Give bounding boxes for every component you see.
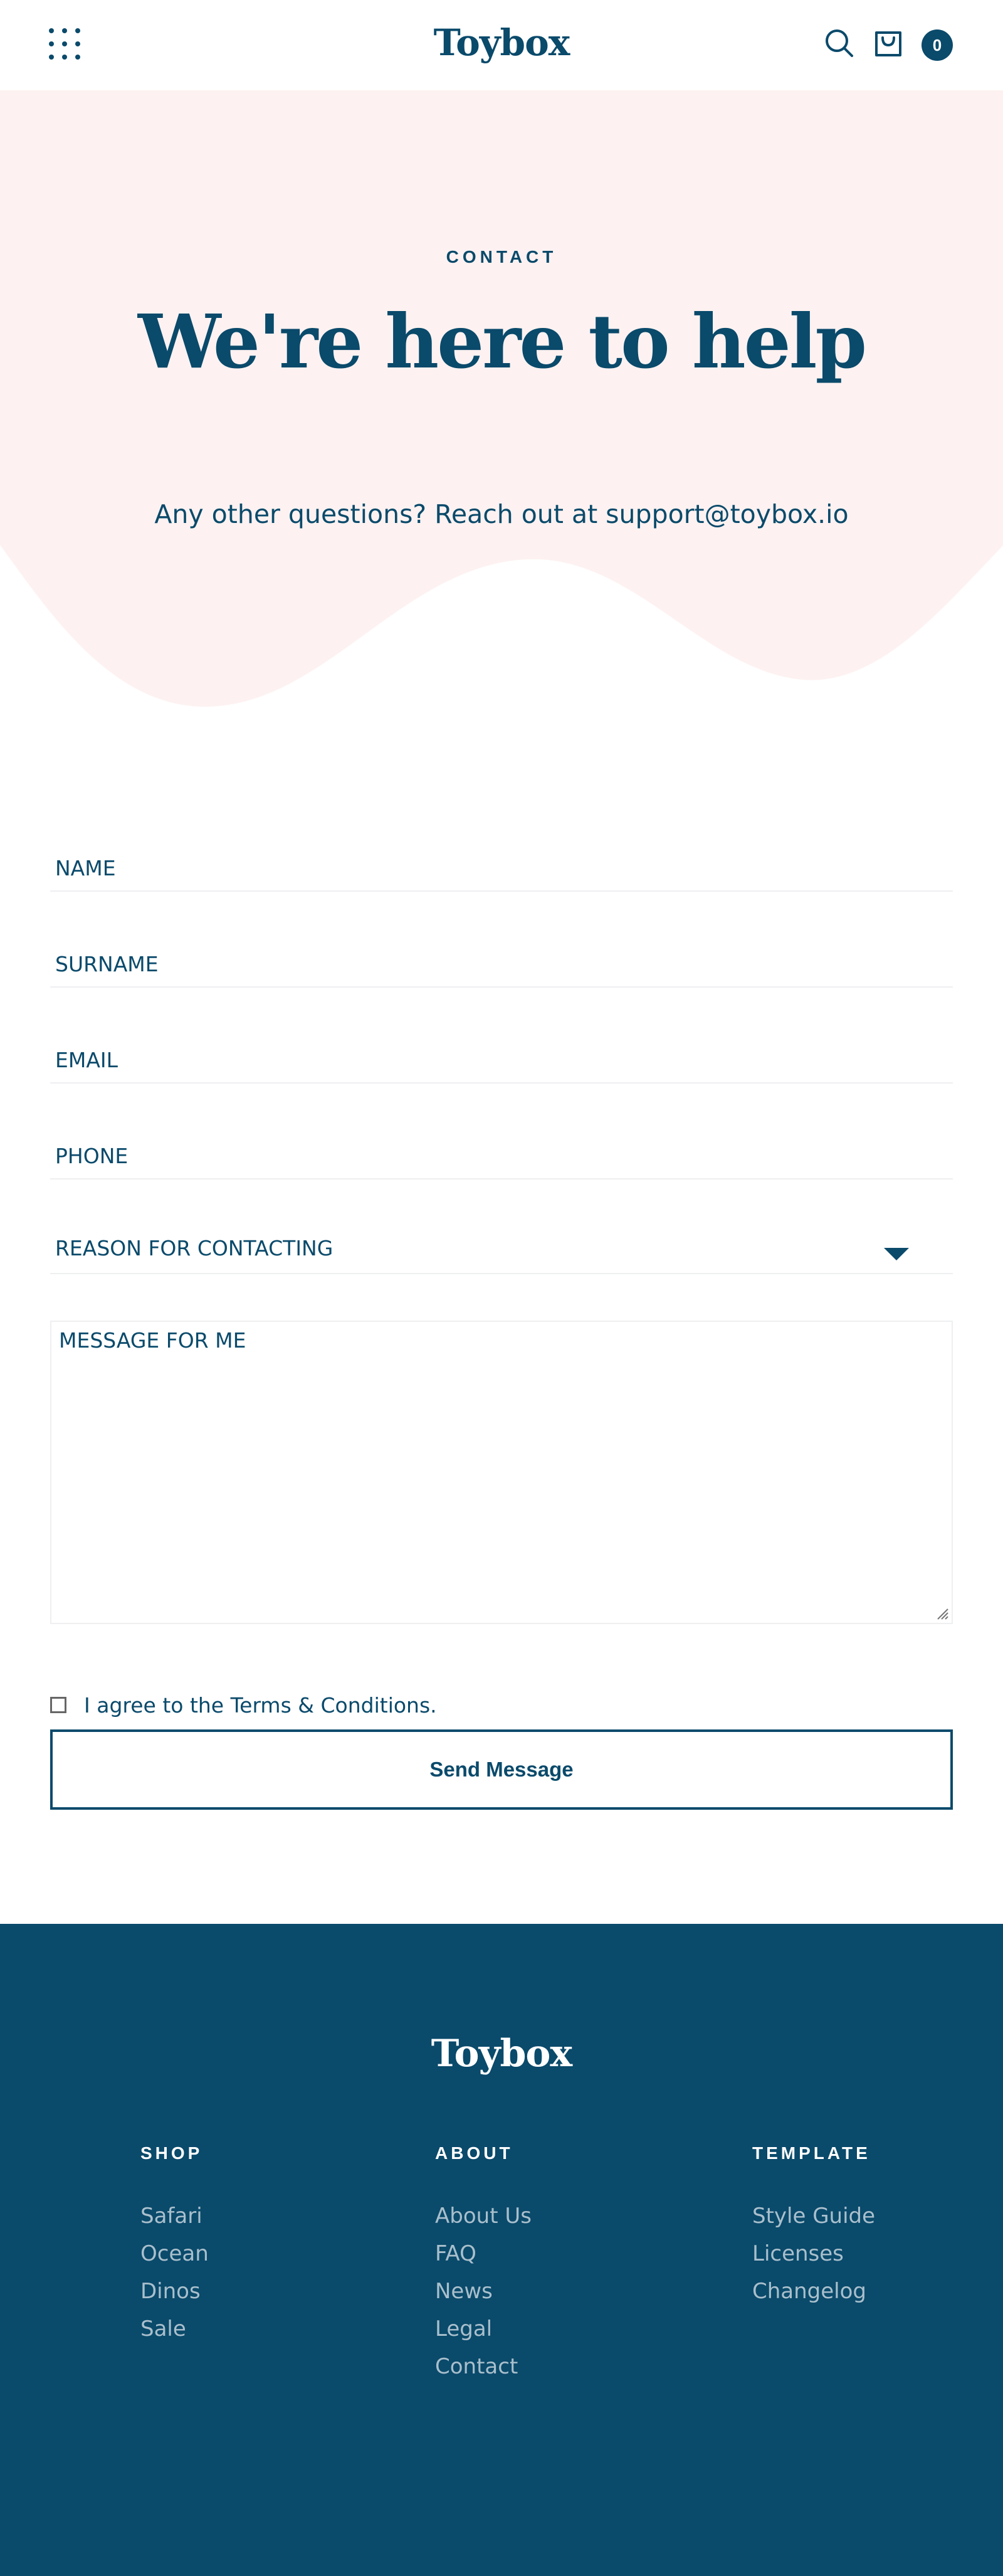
- resize-handle-icon[interactable]: [934, 1605, 949, 1620]
- footer-link[interactable]: Sale: [140, 2310, 209, 2348]
- email-input[interactable]: [55, 1048, 933, 1072]
- cart-count-badge[interactable]: 0: [922, 29, 953, 61]
- name-field: [50, 829, 953, 892]
- message-field: [50, 1321, 953, 1624]
- footer-link[interactable]: Licenses: [752, 2235, 875, 2272]
- hero-section: CONTACT We're here to help Any other que…: [0, 90, 1003, 717]
- search-icon[interactable]: [824, 28, 855, 59]
- shopping-bag-icon[interactable]: [873, 28, 904, 59]
- footer-column-about: ABOUT About Us FAQ News Legal Contact: [435, 2143, 532, 2385]
- footer-link[interactable]: Contact: [435, 2348, 532, 2385]
- page-title: We're here to help: [137, 298, 867, 385]
- surname-field: [50, 925, 953, 988]
- site-header: Toybox 0: [0, 0, 1003, 91]
- footer-link[interactable]: News: [435, 2272, 532, 2310]
- hero-eyebrow: CONTACT: [446, 247, 557, 267]
- send-message-button[interactable]: Send Message: [50, 1729, 953, 1810]
- surname-input[interactable]: [55, 952, 933, 976]
- footer-link[interactable]: Ocean: [140, 2235, 209, 2272]
- terms-label[interactable]: I agree to the Terms & Conditions.: [84, 1693, 437, 1718]
- footer-logo[interactable]: Toybox: [0, 2032, 1003, 2076]
- email-field: [50, 1021, 953, 1084]
- reason-select[interactable]: REASON FOR CONTACTING: [50, 1211, 953, 1274]
- hero-wave-background: [0, 90, 1003, 707]
- terms-checkbox[interactable]: [50, 1697, 66, 1713]
- footer-link[interactable]: Dinos: [140, 2272, 209, 2310]
- footer-column-shop: SHOP Safari Ocean Dinos Sale: [140, 2143, 209, 2348]
- site-footer: Toybox SHOP Safari Ocean Dinos Sale ABOU…: [0, 1924, 1003, 2576]
- hero-subtitle: Any other questions? Reach out at suppor…: [154, 499, 849, 529]
- footer-link[interactable]: FAQ: [435, 2235, 532, 2272]
- chevron-down-icon: [884, 1248, 909, 1260]
- footer-link[interactable]: About Us: [435, 2197, 532, 2235]
- footer-link[interactable]: Safari: [140, 2197, 209, 2235]
- name-input[interactable]: [55, 856, 933, 880]
- message-textarea[interactable]: [51, 1322, 952, 1623]
- phone-field: [50, 1117, 953, 1180]
- footer-link[interactable]: Style Guide: [752, 2197, 875, 2235]
- footer-heading: ABOUT: [435, 2143, 513, 2163]
- footer-column-template: TEMPLATE Style Guide Licenses Changelog: [752, 2143, 875, 2310]
- reason-select-value: REASON FOR CONTACTING: [55, 1236, 333, 1260]
- footer-heading: TEMPLATE: [752, 2143, 871, 2163]
- footer-link[interactable]: Legal: [435, 2310, 532, 2348]
- footer-link[interactable]: Changelog: [752, 2272, 875, 2310]
- phone-input[interactable]: [55, 1144, 933, 1168]
- footer-heading: SHOP: [140, 2143, 203, 2163]
